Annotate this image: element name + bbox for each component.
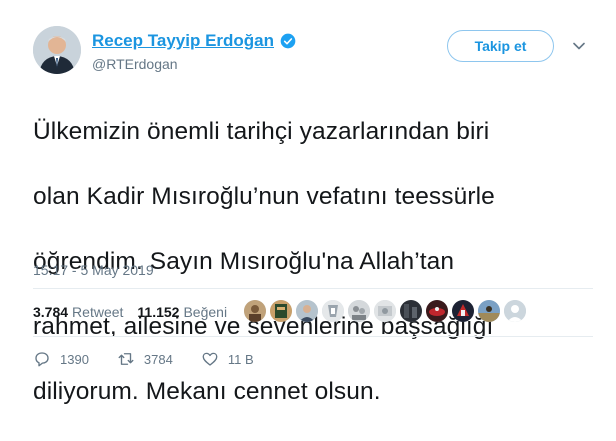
like-stat[interactable]: 11.152 Beğeni — [137, 304, 227, 320]
reply-count: 1390 — [60, 351, 89, 367]
retweet-stat[interactable]: 3.784 Retweet — [33, 304, 123, 320]
retweet-count: 3.784 — [33, 304, 69, 320]
like-action-count: 11 B — [227, 351, 254, 367]
user-info: Recep Tayyip Erdoğan @RTErdogan — [92, 30, 296, 72]
tweet-text-line: olan Kadir Mısıroğlu’nun vefatını teessü… — [33, 182, 495, 210]
user-handle: @RTErdogan — [92, 56, 178, 72]
tweet-text-line: Ülkemizin önemli tarihçi yazarlarından b… — [33, 117, 490, 145]
liker-avatar[interactable] — [452, 300, 474, 322]
reply-icon — [35, 352, 49, 367]
retweet-stat-label: Retweet — [72, 304, 124, 320]
tweet-timestamp[interactable]: 15:17 - 5 May 2019 — [33, 262, 154, 278]
liker-avatar-image — [452, 300, 474, 322]
liker-avatar[interactable] — [504, 300, 526, 322]
display-name-link[interactable]: Recep Tayyip Erdoğan — [92, 31, 274, 51]
divider — [33, 336, 593, 337]
liker-avatar[interactable] — [348, 300, 370, 322]
retweet-action-count: 3784 — [143, 351, 173, 367]
liker-avatar-image — [322, 300, 344, 322]
liker-avatar[interactable] — [244, 300, 266, 322]
retweet-button[interactable]: 3784 — [117, 350, 173, 368]
tweet-stats: 3.784 Retweet 11.152 Beğeni — [33, 304, 227, 320]
liker-avatar-image — [504, 300, 526, 322]
like-button[interactable]: 11 B — [201, 350, 254, 368]
reply-button[interactable]: 1390 — [33, 350, 89, 368]
liker-avatar[interactable] — [296, 300, 318, 322]
profile-avatar[interactable] — [33, 26, 81, 74]
verified-badge-icon — [280, 33, 296, 49]
liker-avatars — [244, 300, 530, 322]
like-stat-label: Beğeni — [183, 304, 228, 320]
retweet-icon — [118, 353, 134, 365]
divider — [33, 288, 593, 289]
liker-avatar[interactable] — [374, 300, 396, 322]
liker-avatar-image — [270, 300, 292, 322]
liker-avatar[interactable] — [426, 300, 448, 322]
liker-avatar[interactable] — [270, 300, 292, 322]
follow-button[interactable]: Takip et — [447, 30, 554, 62]
liker-avatar[interactable] — [400, 300, 422, 322]
liker-avatar-image — [244, 300, 266, 322]
liker-avatar-image — [296, 300, 318, 322]
liker-avatar[interactable] — [478, 300, 500, 322]
chevron-down-icon[interactable] — [573, 42, 585, 50]
liker-avatar-image — [374, 300, 396, 322]
tweet-actions: 1390 3784 11 B — [33, 350, 254, 368]
like-count: 11.152 — [137, 304, 180, 320]
liker-avatar-image — [348, 300, 370, 322]
liker-avatar-image — [426, 300, 448, 322]
liker-avatar-image — [400, 300, 422, 322]
avatar-image — [33, 26, 81, 74]
tweet-text-line: diliyorum. Mekanı cennet olsun. — [33, 377, 381, 405]
heart-icon — [202, 352, 218, 366]
liker-avatar-image — [478, 300, 500, 322]
liker-avatar[interactable] — [322, 300, 344, 322]
